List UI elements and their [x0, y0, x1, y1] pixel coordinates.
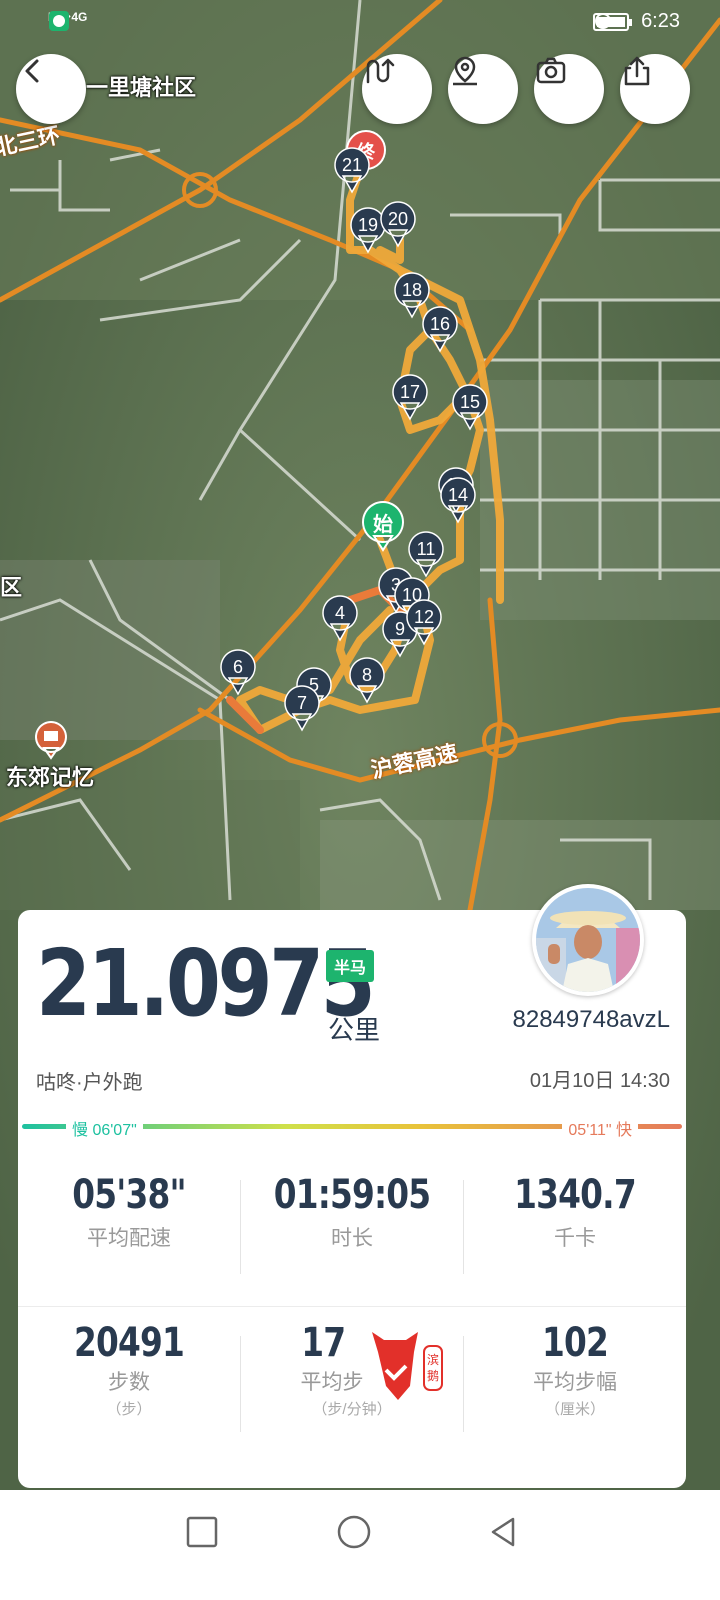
square-icon	[186, 1516, 218, 1548]
route-replay-button[interactable]	[362, 54, 432, 124]
network-type: 4G	[71, 10, 88, 24]
metric-label: 步数	[108, 1371, 150, 1394]
app-notification-icon	[49, 11, 69, 31]
recents-button[interactable]	[178, 1508, 226, 1556]
metric-duration: 01:59:05 时长	[241, 1172, 463, 1252]
camera-button[interactable]	[534, 54, 604, 124]
camera-icon	[536, 57, 566, 84]
triangle-back-icon	[491, 1517, 515, 1547]
home-button[interactable]	[330, 1508, 378, 1556]
avatar[interactable]	[532, 884, 644, 996]
status-bar: HD 4G 6:23	[0, 0, 720, 46]
metric-label: 平均配速	[87, 1227, 171, 1250]
metric-label: 千卡	[554, 1227, 596, 1250]
metric-value: 1340.7	[514, 1172, 636, 1218]
km-marker-label: 15	[459, 392, 481, 412]
km-marker-label: 7	[296, 693, 307, 713]
half-marathon-badge: 半马	[326, 950, 375, 982]
km-marker-label: 12	[413, 607, 435, 627]
km-marker[interactable]: 20	[379, 200, 417, 250]
run-summary-card: 21.0975 半马 公里 82849748avzL 咕咚·户外跑 01月10日…	[18, 884, 686, 1488]
metric-label: 平均步幅	[533, 1371, 617, 1394]
pace-fast-label: 05'11" 快	[562, 1116, 638, 1140]
svg-text:鹅: 鹅	[427, 1369, 439, 1383]
status-time: 6:23	[641, 10, 680, 32]
back-icon	[25, 59, 39, 83]
pace-gradient-bar: 慢 06'07" 05'11" 快	[22, 1116, 682, 1140]
metric-steps: 20491 步数 （步）	[18, 1320, 240, 1419]
metric-value: 20491	[73, 1320, 185, 1366]
back-nav-button[interactable]	[480, 1508, 528, 1556]
km-marker-label: 20	[387, 209, 409, 229]
km-marker-label: 14	[447, 485, 469, 505]
map-label-community: 一里塘社区	[86, 75, 197, 100]
back-button[interactable]	[16, 54, 86, 124]
km-marker-label: 8	[361, 665, 372, 685]
pace-slow-label: 慢 06'07"	[66, 1116, 143, 1140]
share-icon	[624, 56, 650, 86]
km-marker-label: 6	[232, 657, 243, 677]
metric-unit: （步）	[106, 1401, 152, 1418]
metric-stride: 102 平均步幅 （厘米）	[464, 1320, 686, 1419]
system-nav-bar	[0, 1490, 720, 1600]
km-marker-label: 21	[341, 155, 363, 175]
battery-icon	[593, 12, 633, 31]
metric-avg-pace: 05'38" 平均配速	[18, 1172, 240, 1252]
start-marker-label: 始	[373, 514, 393, 536]
location-button[interactable]	[448, 54, 518, 124]
distance-unit: 公里	[328, 1015, 381, 1045]
map-label-district: 区	[0, 575, 23, 600]
km-marker-label: 11	[416, 539, 436, 559]
km-marker-label: 4	[334, 603, 345, 623]
distance-value: 21.0975	[36, 930, 376, 1037]
activity-datetime: 01月10日 14:30	[529, 1070, 670, 1092]
metric-unit: （厘米）	[544, 1401, 605, 1418]
metric-value: 05'38"	[72, 1172, 186, 1218]
metric-value: 102	[541, 1320, 609, 1366]
watermark-logo: 滨 鹅	[372, 1332, 443, 1400]
circle-icon	[337, 1515, 371, 1549]
km-marker[interactable]: 17	[391, 373, 429, 423]
start-marker[interactable]: 始	[360, 500, 406, 552]
km-marker[interactable]: 6	[219, 648, 257, 698]
route-icon	[366, 58, 395, 84]
poi-marker-icon[interactable]	[34, 720, 68, 760]
km-marker[interactable]: 21	[333, 146, 371, 196]
km-marker-label: 17	[399, 382, 421, 402]
km-marker[interactable]: 12	[405, 598, 443, 648]
activity-source: 咕咚·户外跑	[36, 1072, 143, 1094]
metric-value: 01:59:05	[273, 1172, 431, 1218]
metric-label: 时长	[331, 1227, 373, 1250]
map-label-poi: 东郊记忆	[6, 765, 95, 790]
username[interactable]: 82849748avzL	[513, 1006, 670, 1034]
share-button[interactable]	[620, 54, 690, 124]
km-marker[interactable]: 15	[451, 383, 489, 433]
km-marker[interactable]: 14	[439, 476, 477, 526]
avatar-photo	[536, 888, 640, 992]
km-marker[interactable]: 18	[393, 271, 431, 321]
metric-calories: 1340.7 千卡	[464, 1172, 686, 1252]
km-marker[interactable]: 11	[407, 530, 445, 580]
km-marker[interactable]: 8	[348, 656, 386, 706]
svg-text:滨: 滨	[427, 1352, 439, 1367]
divider	[18, 1306, 686, 1307]
km-marker[interactable]: 4	[321, 594, 359, 644]
location-pin-icon	[453, 56, 477, 86]
km-marker[interactable]: 7	[283, 684, 321, 734]
km-marker-label: 18	[401, 280, 423, 300]
